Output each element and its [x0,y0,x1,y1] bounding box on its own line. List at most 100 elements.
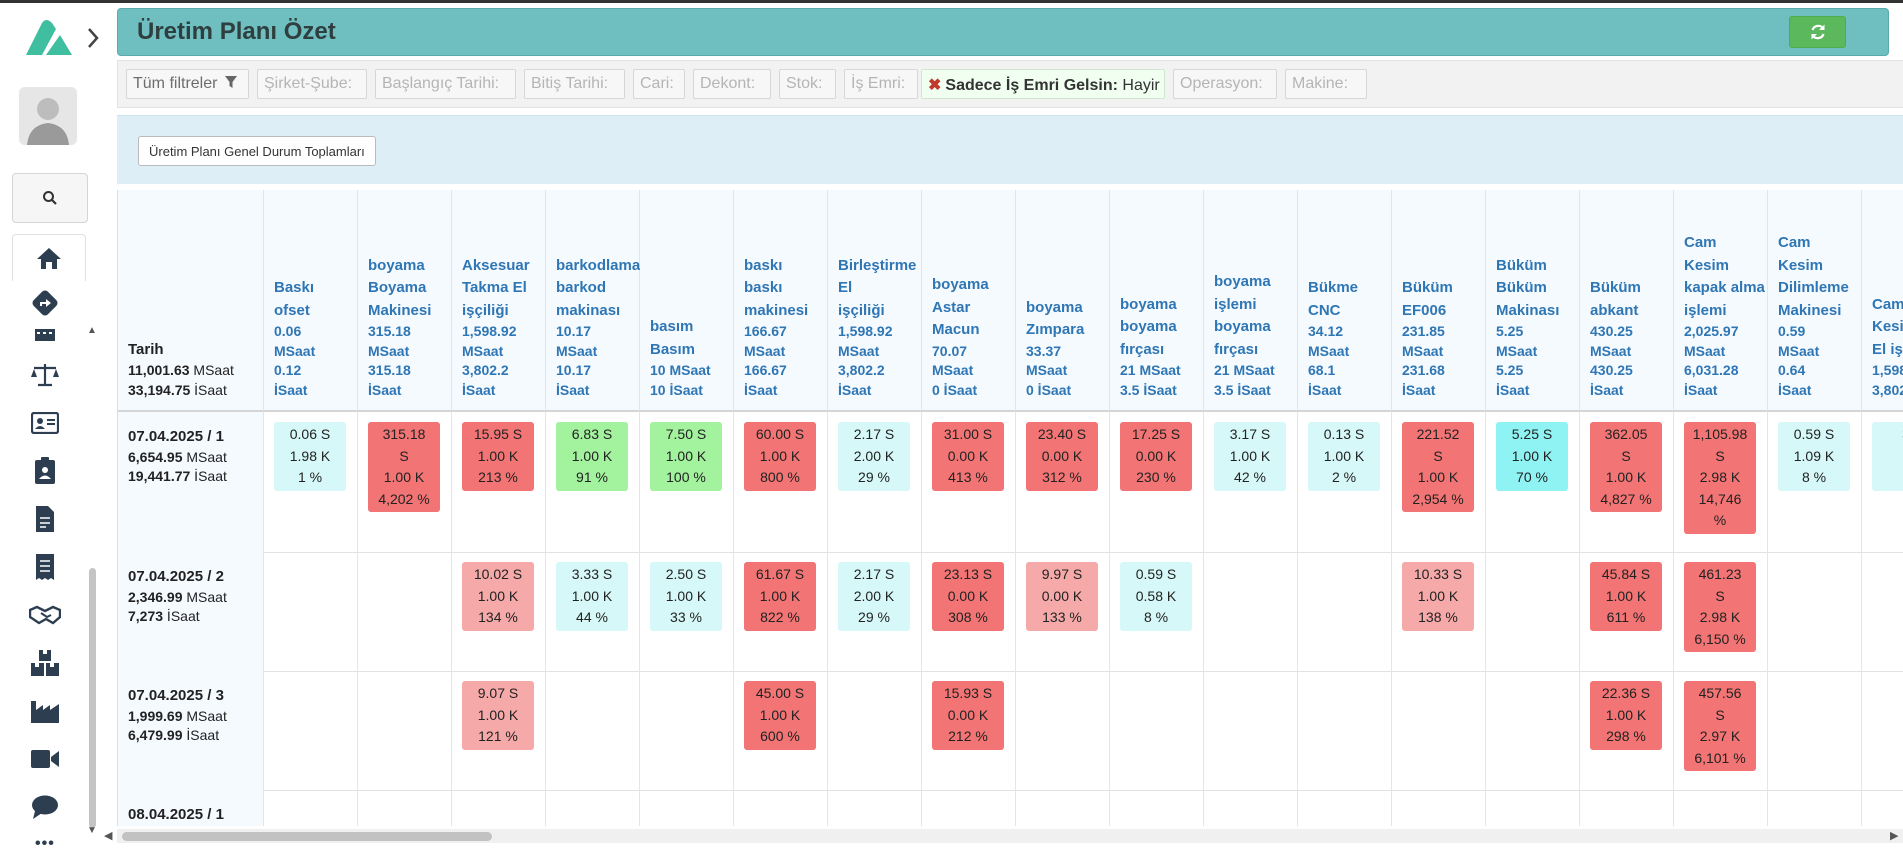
clipboard-user-icon[interactable] [28,456,62,486]
plan-cell[interactable]: 61.67 S 1.00 K 822 % [744,562,816,631]
plan-cell[interactable]: 15.93 S 0.00 K 212 % [932,681,1004,750]
all-filters-button[interactable]: Tüm filtreler [126,69,249,99]
plan-cell[interactable]: 10.33 S 1.00 K 138 % [1402,562,1474,631]
calendar-icon[interactable] [28,321,62,351]
filter-work-order[interactable]: İş Emri: [844,69,918,99]
id-card-icon[interactable] [28,408,62,438]
plan-cell[interactable]: 17.25 S 0.00 K 230 % [1120,422,1192,491]
plan-cell[interactable]: 461.23 S 2.98 K 6,150 % [1684,562,1756,652]
filter-only-work-order[interactable]: ✖ Sadece İş Emri Gelsin: Hayir [921,69,1165,99]
operation-column-header[interactable]: Aksesuar Takma El işçiliği 1,598.92 MSaat 3,8… [452,190,546,412]
filter-machine[interactable]: Makine: [1285,69,1367,99]
video-icon[interactable] [28,744,62,774]
plan-cell[interactable]: 0.59 S 1.09 K 8 % [1778,422,1850,491]
plan-cell[interactable]: 45.84 S 1.00 K 611 % [1590,562,1662,631]
plan-cell[interactable]: 3.17 S 1.00 K 42 % [1214,422,1286,491]
sidebar-scroll-up-arrow[interactable]: ▲ [87,325,97,336]
row-date-cell[interactable]: 07.04.2025 / 2 2,346.99 MSaat 7,273 İSaat [118,552,264,671]
row-date-cell[interactable]: 07.04.2025 / 1 6,654.95 MSaat 19,441.77 İS… [118,412,264,552]
close-icon[interactable]: ✖ [928,77,941,94]
plan-cell[interactable]: 31.00 S 0.00 K 413 % [932,422,1004,491]
boxes-icon[interactable] [28,648,62,678]
operation-column-header[interactable]: boyama boyama fırçası 21 MSaat 3.5 İSaat [1110,190,1204,412]
plan-cell[interactable]: 362.05 S 1.00 K 4,827 % [1590,422,1662,512]
operation-column-header[interactable]: Bükme CNC 34.12 MSaat 68.1 İSaat [1298,190,1392,412]
plan-cell[interactable]: 45.00 S 1.00 K 600 % [744,681,816,750]
search-button[interactable] [12,173,88,223]
filter-stock[interactable]: Stok: [779,69,836,99]
operation-column-header[interactable]: Büküm Büküm Makinası 5.25 MSaat 5.25 İSaat [1486,190,1580,412]
plan-cell-line: 1.00 K [1229,447,1271,464]
plan-cell[interactable]: 22.36 S 1.00 K 298 % [1590,681,1662,750]
operation-column-header[interactable]: Cam Kesim El işç 1,598 3,802 [1862,190,1903,412]
plan-cell[interactable]: 5.25 S 1.00 K 70 % [1496,422,1568,491]
plan-cell[interactable]: 23.13 S 0.00 K 308 % [932,562,1004,631]
factory-icon[interactable] [28,696,62,726]
plan-cell[interactable]: 15.95 S 1.00 K 213 % [462,422,534,491]
plan-cell[interactable]: 60.00 S 1.00 K 800 % [744,422,816,491]
column-divider [1203,671,1204,790]
operation-column-header[interactable]: Büküm abkant 430.25 MSaat 430.25 İSaat [1580,190,1674,412]
general-status-totals-button[interactable]: Üretim Planı Genel Durum Toplamları [138,136,376,166]
filter-start-date[interactable]: Başlangıç Tarihi: [375,69,516,99]
operation-column-header[interactable]: boyama Astar Macun 70.07 MSaat 0 İSaat [922,190,1016,412]
handshake-icon[interactable] [28,600,62,630]
operation-column-header[interactable]: Cam Kesim kapak alma işlemi 2,025.97 MSaat 6,… [1674,190,1768,412]
row-date: 07.04.2025 / 1 [128,428,224,445]
plan-cell-line: 60.00 S [755,426,805,442]
plan-cell[interactable]: 1,105.98 S 2.98 K 14,746% [1684,422,1756,534]
plan-cell[interactable]: 0.13 S 1.00 K 2 % [1308,422,1380,491]
scale-icon[interactable] [28,360,62,390]
operation-column-header[interactable]: Büküm EF006 231.85 MSaat 231.68 İSaat [1392,190,1486,412]
filter-operation[interactable]: Operasyon: [1173,69,1277,99]
chevron-right-icon[interactable] [84,23,102,53]
row-date-cell[interactable]: 07.04.2025 / 3 1,999.69 MSaat 6,479.99 İSa… [118,671,264,790]
horizontal-scrollbar-thumb[interactable] [122,832,492,841]
operation-column-header[interactable]: boyama işlemi boyama fırçası 21 MSaat 3.5 İSa… [1204,190,1298,412]
plan-cell[interactable]: 0.06 S 1.98 K 1 % [274,422,346,491]
operation-column-header[interactable]: Birleştirme El işçiliği 1,598.92 MSaat 3,802.… [828,190,922,412]
plan-cell[interactable]: 10.02 S 1.00 K 134 % [462,562,534,631]
operation-column-header[interactable]: barkodlama barkod makinası 10.17 MSaat 10.17 İ… [546,190,640,412]
app-logo[interactable] [22,17,74,61]
operation-column-header[interactable]: Cam Kesim Dilimleme Makinesi 0.59 MSaat 0.64 İ… [1768,190,1862,412]
plan-cell[interactable]: 0.59 S 0.58 K 8 % [1120,562,1192,631]
sidebar-scroll-down-arrow[interactable]: ▼ [87,825,97,836]
avatar[interactable] [19,87,77,145]
scroll-left-arrow[interactable]: ◀ [104,829,112,842]
plan-cell[interactable]: 221.52 S 1.00 K 2,954 % [1402,422,1474,512]
filter-company-branch[interactable]: Şirket-Şube: [257,69,367,99]
more-icon[interactable]: ••• [35,835,55,853]
plan-cell[interactable]: 2.17 S 2.00 K 29 % [838,422,910,491]
receipt-icon[interactable] [28,552,62,582]
filter-only-work-order-value: Hayir [1122,77,1160,94]
plan-cell[interactable]: 457.56 S 2.97 K 6,101 % [1684,681,1756,771]
operation-column-header[interactable]: baskı baskı makinesi 166.67 MSaat 166.67 İSaat [734,190,828,412]
scroll-right-arrow[interactable]: ▶ [1890,829,1898,842]
plan-cell[interactable]: 3.1.4 [1872,422,1903,491]
invoice-icon[interactable] [28,504,62,534]
plan-cell[interactable]: 9.07 S 1.00 K 121 % [462,681,534,750]
plan-cell[interactable]: 9.97 S 0.00 K 133 % [1026,562,1098,631]
date-column-header[interactable]: Tarih 11,001.63 MSaat 33,194.75 İSaat [118,190,264,412]
refresh-button[interactable] [1789,16,1846,48]
chat-icon[interactable] [28,792,62,822]
plan-cell[interactable]: 7.50 S 1.00 K 100 % [650,422,722,491]
plan-cell[interactable]: 2.50 S 1.00 K 33 % [650,562,722,631]
filter-customer[interactable]: Cari: [633,69,685,99]
operation-column-header[interactable]: boyama Boyama Makinesi 315.18 MSaat 315.18 İSa… [358,190,452,412]
share-arrow-icon[interactable] [28,288,62,318]
plan-cell[interactable]: 6.83 S 1.00 K 91 % [556,422,628,491]
plan-cell[interactable]: 315.18 S 1.00 K 4,202 % [368,422,440,512]
home-button[interactable] [12,234,86,281]
operation-column-header[interactable]: basım Basım 10 MSaat 10 İSaat [640,190,734,412]
filter-dekont[interactable]: Dekont: [693,69,771,99]
row-date-cell[interactable]: 08.04.2025 / 1 [118,790,264,826]
filter-end-date[interactable]: Bitiş Tarihi: [524,69,625,99]
plan-cell[interactable]: 2.17 S 2.00 K 29 % [838,562,910,631]
operation-column-header[interactable]: Baskı ofset 0.06 MSaat 0.12 İSaat [264,190,358,412]
plan-cell[interactable]: 3.33 S 1.00 K 44 % [556,562,628,631]
operation-column-header[interactable]: boyama Zımpara 33.37 MSaat 0 İSaat [1016,190,1110,412]
plan-cell[interactable]: 23.40 S 0.00 K 312 % [1026,422,1098,491]
sidebar-scrollbar[interactable] [89,568,96,828]
